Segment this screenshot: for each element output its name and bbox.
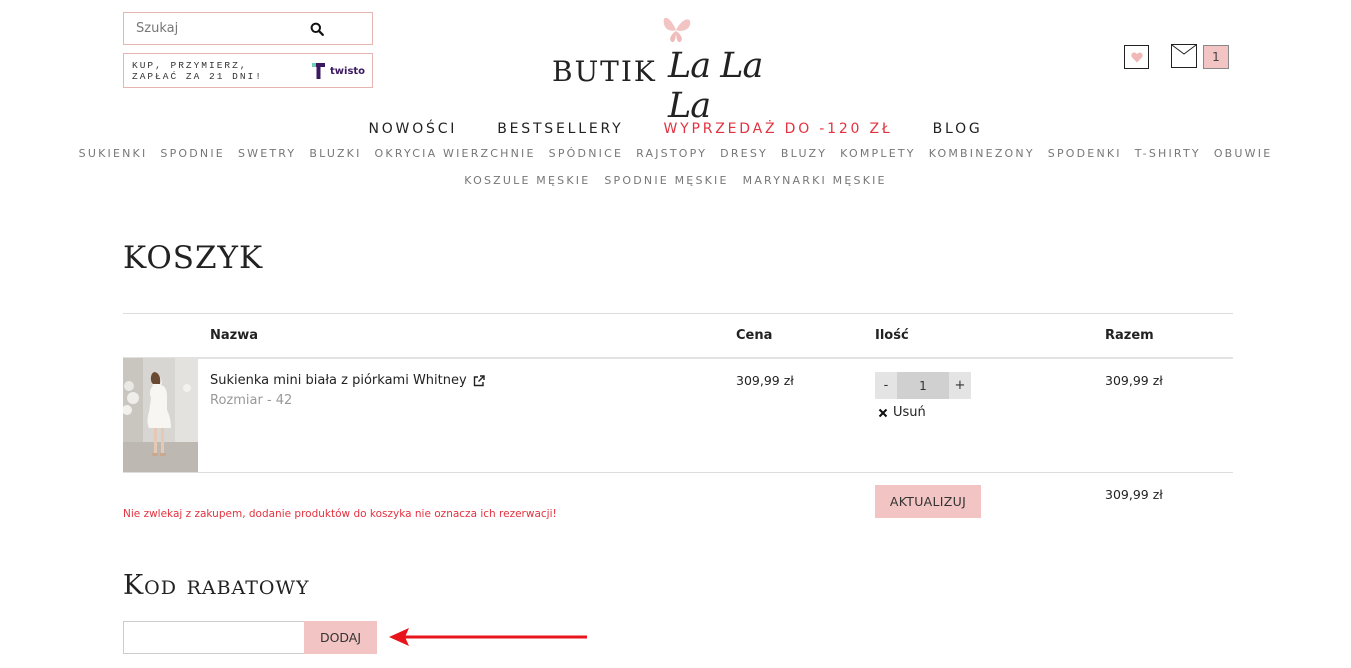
- close-icon: [878, 408, 888, 417]
- quantity-stepper: - +: [875, 372, 971, 399]
- category-item[interactable]: KOMBINEZONY: [929, 147, 1035, 160]
- product-size: Rozmiar - 42: [210, 393, 293, 408]
- category-item[interactable]: KOSZULE MĘSKIE: [464, 174, 590, 187]
- remove-label: Usuń: [893, 405, 926, 420]
- nav-item-bestsellery[interactable]: BESTSELLERY: [497, 121, 623, 137]
- cart-grand-total: 309,99 zł: [1105, 487, 1163, 502]
- external-link-icon[interactable]: [473, 374, 485, 387]
- category-item[interactable]: BLUZY: [781, 147, 827, 160]
- twisto-text: KUP, PRZYMIERZ, ZAPŁAĆ ZA 21 DNI!: [132, 60, 263, 82]
- category-item[interactable]: SWETRY: [238, 147, 296, 160]
- column-header-total: Razem: [1105, 328, 1154, 343]
- category-item[interactable]: KOMPLETY: [840, 147, 916, 160]
- product-price: 309,99 zł: [736, 373, 794, 388]
- row-total: 309,99 zł: [1105, 373, 1163, 388]
- product-photo: [123, 358, 198, 472]
- apply-coupon-button[interactable]: DODAJ: [304, 621, 377, 654]
- search-box: [123, 12, 373, 45]
- category-nav-row-1: SUKIENKI SPODNIE SWETRY BLUZKI OKRYCIA W…: [0, 147, 1351, 160]
- site-logo[interactable]: BUTIK La La La: [552, 12, 812, 126]
- main-nav: NOWOŚCI BESTSELLERY WYPRZEDAŻ DO -120 ZŁ…: [0, 121, 1351, 137]
- category-item[interactable]: SPODNIE MĘSKIE: [604, 174, 728, 187]
- category-item[interactable]: SPÓDNICE: [549, 147, 623, 160]
- product-name-link[interactable]: Sukienka mini biała z piórkami Whitney: [210, 373, 485, 388]
- category-item[interactable]: SPODNIE: [160, 147, 225, 160]
- logo-script-text: La La La: [668, 46, 763, 126]
- category-nav-row-2: KOSZULE MĘSKIE SPODNIE MĘSKIE MARYNARKI …: [0, 174, 1351, 187]
- category-item[interactable]: SUKIENKI: [79, 147, 148, 160]
- table-divider: [123, 472, 1233, 473]
- table-divider: [123, 313, 1233, 314]
- twisto-logo: twisto: [312, 63, 365, 79]
- cart-count-badge[interactable]: 1: [1203, 45, 1229, 69]
- cart-bag-icon: [1171, 44, 1197, 55]
- category-item[interactable]: T-SHIRTY: [1135, 147, 1201, 160]
- category-item[interactable]: MARYNARKI MĘSKIE: [743, 174, 887, 187]
- twisto-logo-icon: [312, 63, 325, 79]
- quantity-decrease-button[interactable]: -: [875, 372, 897, 399]
- arrow-left-icon: [389, 628, 587, 646]
- update-cart-button[interactable]: AKTUALIZUJ: [875, 485, 981, 518]
- butterfly-icon: [663, 17, 691, 43]
- search-icon[interactable]: [310, 22, 324, 36]
- reservation-warning: Nie zwlekaj z zakupem, dodanie produktów…: [123, 508, 557, 520]
- product-thumbnail[interactable]: [123, 358, 198, 472]
- nav-item-nowosci[interactable]: NOWOŚCI: [368, 121, 457, 137]
- search-input[interactable]: [124, 13, 372, 44]
- cart-button[interactable]: [1171, 44, 1197, 68]
- twisto-brand: twisto: [330, 65, 366, 77]
- page-title: KOSZYK: [123, 240, 264, 276]
- table-divider: [123, 357, 1233, 359]
- quantity-increase-button[interactable]: +: [949, 372, 971, 399]
- category-item[interactable]: BLUZKI: [309, 147, 361, 160]
- product-name: Sukienka mini biała z piórkami Whitney: [210, 373, 467, 388]
- quantity-input[interactable]: [897, 372, 949, 399]
- coupon-code-input[interactable]: [123, 621, 304, 654]
- wishlist-button[interactable]: [1124, 45, 1149, 69]
- logo-main-text: BUTIK: [552, 55, 657, 88]
- twisto-banner[interactable]: KUP, PRZYMIERZ, ZAPŁAĆ ZA 21 DNI! twisto: [123, 53, 373, 88]
- column-header-name: Nazwa: [210, 328, 259, 343]
- coupon-title: Kod rabatowy: [123, 570, 310, 601]
- heart-icon: [1130, 52, 1143, 62]
- category-item[interactable]: OBUWIE: [1214, 147, 1273, 160]
- category-item[interactable]: OKRYCIA WIERZCHNIE: [375, 147, 536, 160]
- category-item[interactable]: RAJSTOPY: [636, 147, 707, 160]
- column-header-qty: Ilość: [875, 328, 909, 343]
- nav-item-blog[interactable]: BLOG: [933, 121, 983, 137]
- category-item[interactable]: DRESY: [720, 147, 768, 160]
- column-header-price: Cena: [736, 328, 773, 343]
- category-item[interactable]: SPODENKI: [1048, 147, 1122, 160]
- remove-item-button[interactable]: Usuń: [878, 405, 926, 420]
- nav-item-wyprzedaz[interactable]: WYPRZEDAŻ DO -120 ZŁ: [663, 121, 892, 137]
